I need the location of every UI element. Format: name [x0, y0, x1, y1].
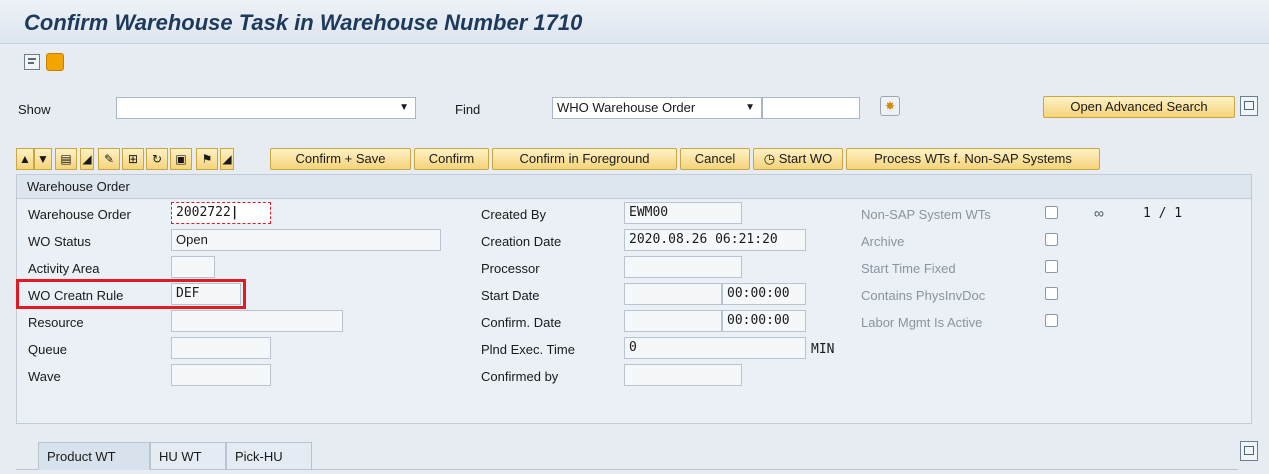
tab-pick-hu[interactable]: Pick-HU	[226, 442, 312, 470]
start-date-label: Start Date	[481, 288, 540, 303]
non-sap-wts-checkbox[interactable]	[1045, 206, 1058, 219]
scroll-up-icon[interactable]: ▲	[16, 148, 34, 170]
menu-arrow-icon[interactable]: ◢	[80, 148, 94, 170]
labor-mgmt-checkbox[interactable]	[1045, 314, 1058, 327]
wo-status-field: Open	[171, 229, 441, 251]
creation-date-label: Creation Date	[481, 234, 562, 249]
assign-icon[interactable]: ⊞	[122, 148, 144, 170]
planned-exec-time-label: Plnd Exec. Time	[481, 342, 575, 357]
scroll-icon[interactable]	[46, 53, 64, 71]
section-title: Warehouse Order	[17, 175, 1251, 199]
processor-label: Processor	[481, 261, 540, 276]
created-by-label: Created By	[481, 207, 547, 222]
dropdown-arrow-icon: ▼	[399, 102, 409, 113]
tab-product-wt[interactable]: Product WT	[38, 442, 150, 470]
process-wts-button[interactable]: Process WTs f. Non-SAP Systems	[846, 148, 1100, 170]
start-time-fixed-label: Start Time Fixed	[861, 261, 956, 276]
creation-time-value: 06:21:20	[715, 232, 778, 247]
edit-pencil-icon[interactable]: ✎	[98, 148, 120, 170]
start-wo-button[interactable]: ◷ Start WO	[753, 148, 843, 170]
show-label: Show	[18, 102, 51, 117]
open-advanced-search-button[interactable]: Open Advanced Search	[1043, 96, 1235, 118]
save-icon[interactable]: ▣	[170, 148, 192, 170]
warehouse-order-label: Warehouse Order	[28, 207, 131, 222]
creation-date-value: 2020.08.26	[629, 232, 708, 247]
menu-arrow-icon[interactable]: ◢	[220, 148, 234, 170]
warehouse-order-value: 2002722	[176, 205, 231, 220]
confirm-save-button[interactable]: Confirm + Save	[270, 148, 411, 170]
contains-physinvdoc-label: Contains PhysInvDoc	[861, 288, 986, 303]
labor-mgmt-label: Labor Mgmt Is Active	[861, 315, 983, 330]
dropdown-arrow-icon: ▼	[745, 102, 755, 113]
confirmed-by-field	[624, 364, 742, 386]
text-cursor: |	[230, 205, 239, 220]
refresh-icon[interactable]: ↻	[146, 148, 168, 170]
scroll-down-icon[interactable]: ▼	[34, 148, 52, 170]
confirm-button[interactable]: Confirm	[414, 148, 489, 170]
confirmed-by-label: Confirmed by	[481, 369, 559, 384]
table-view-icon[interactable]: ▤	[55, 148, 77, 170]
confirm-date-label: Confirm. Date	[481, 315, 562, 330]
created-by-field: EWM00	[624, 202, 742, 224]
flag-icon[interactable]: ⚑	[196, 148, 218, 170]
wo-creation-rule-label: WO Creatn Rule	[28, 288, 124, 303]
resource-label: Resource	[28, 315, 84, 330]
show-select[interactable]: ▼	[116, 97, 416, 119]
activity-area-label: Activity Area	[28, 261, 100, 276]
confirm-date-field	[624, 310, 722, 332]
layout-toggle-icon[interactable]	[1240, 441, 1258, 461]
layout-toggle-icon[interactable]	[1240, 96, 1258, 116]
queue-label: Queue	[28, 342, 68, 357]
display-icon[interactable]	[24, 54, 40, 70]
cancel-button[interactable]: Cancel	[680, 148, 750, 170]
page-title: Confirm Warehouse Task in Warehouse Numb…	[24, 10, 583, 35]
tab-hu-wt[interactable]: HU WT	[150, 442, 226, 470]
planned-exec-time-field: 0	[624, 337, 806, 359]
start-time-field: 00:00:00	[722, 283, 806, 305]
contains-physinvdoc-checkbox[interactable]	[1045, 287, 1058, 300]
wave-label: Wave	[28, 369, 61, 384]
clock-icon: ◷	[763, 151, 776, 166]
execute-search-icon[interactable]: ✸	[880, 96, 900, 116]
non-sap-wts-label: Non-SAP System WTs	[861, 207, 991, 222]
start-time-fixed-checkbox[interactable]	[1045, 260, 1058, 273]
processor-field	[624, 256, 742, 278]
wo-creation-rule-field: DEF	[171, 283, 241, 305]
pager-text: 1 / 1	[1143, 206, 1183, 221]
link-icon[interactable]: ∞	[1094, 205, 1104, 221]
archive-checkbox[interactable]	[1045, 233, 1058, 246]
confirm-foreground-button[interactable]: Confirm in Foreground	[492, 148, 677, 170]
archive-label: Archive	[861, 234, 905, 249]
find-select[interactable]: WHO Warehouse Order ▼	[552, 97, 762, 119]
wo-status-label: WO Status	[28, 234, 91, 249]
find-input[interactable]	[762, 97, 860, 119]
queue-field	[171, 337, 271, 359]
creation-datetime-field: 2020.08.26 06:21:20	[624, 229, 806, 251]
time-unit-label: MIN	[811, 342, 835, 357]
warehouse-order-field[interactable]: 2002722|	[171, 202, 271, 224]
confirm-time-field: 00:00:00	[722, 310, 806, 332]
find-label: Find	[455, 102, 481, 117]
start-wo-label: Start WO	[778, 151, 833, 166]
title-bar: Confirm Warehouse Task in Warehouse Numb…	[0, 0, 1269, 44]
resource-field	[171, 310, 343, 332]
activity-area-field	[171, 256, 215, 278]
wave-field	[171, 364, 271, 386]
find-value: WHO Warehouse Order	[557, 100, 696, 115]
start-date-field	[624, 283, 722, 305]
